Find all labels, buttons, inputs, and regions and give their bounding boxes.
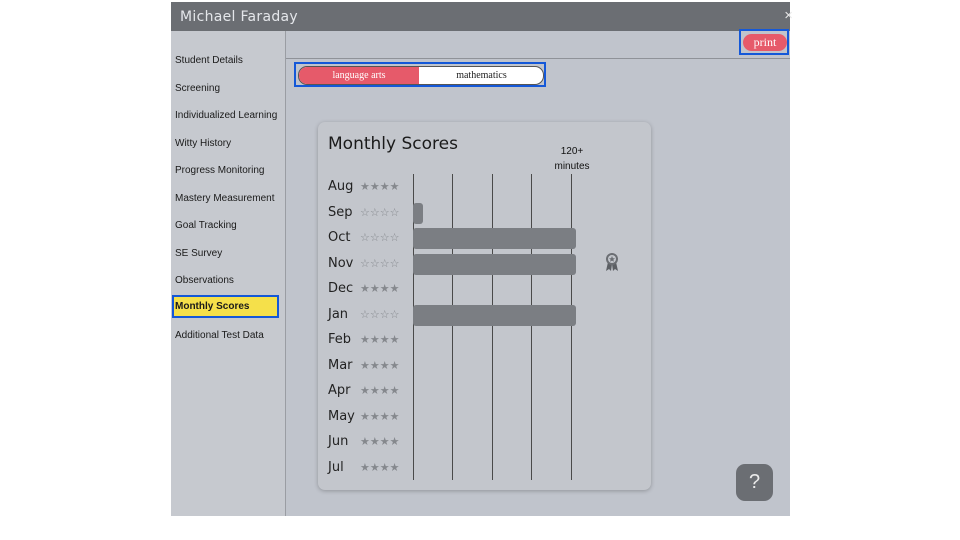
star-rating-apr: ★★★★ [360, 385, 400, 397]
help-button[interactable]: ? [736, 464, 773, 501]
sidebar-item-witty-history[interactable]: Witty History [175, 138, 231, 149]
sidebar-item-monthly-scores[interactable]: Monthly Scores [172, 295, 279, 318]
star-rating-jul: ★★★★ [360, 461, 400, 474]
month-label-jul: Jul [328, 459, 344, 475]
star-rating-nov: ☆☆☆☆ [360, 257, 400, 270]
star-rating-sep: ☆☆☆☆ [360, 206, 400, 219]
star-rating-feb: ★★★★ [360, 334, 400, 346]
minutes-bar-nov [413, 253, 576, 275]
monthly-scores-card: Monthly Scores 120+ minutes Aug ★★★★ Sep ☆☆… [318, 122, 651, 490]
print-button[interactable]: print [743, 34, 787, 51]
student-window: Michael Faraday × Student Details Screen… [171, 2, 793, 516]
month-label-sep: Sep [328, 204, 353, 220]
month-label-mar: Mar [328, 357, 353, 373]
gridline [492, 174, 493, 480]
close-icon[interactable]: × [784, 7, 793, 24]
star-rating-jan: ☆☆☆☆ [360, 308, 400, 321]
sidebar-item-goal-tracking[interactable]: Goal Tracking [175, 220, 237, 231]
subject-toggle-frame: language arts mathematics [294, 62, 546, 87]
month-label-nov: Nov [328, 255, 354, 271]
gridline [571, 174, 572, 480]
star-rating-may: ★★★★ [360, 410, 400, 423]
sidebar: Student Details Screening Individualized… [171, 31, 286, 516]
sidebar-item-screening[interactable]: Screening [175, 83, 220, 94]
header-divider [286, 58, 790, 59]
sidebar-item-observations[interactable]: Observations [175, 275, 234, 286]
star-rating-jun: ★★★★ [360, 436, 400, 448]
sidebar-item-additional-test-data[interactable]: Additional Test Data [175, 330, 264, 341]
subject-toggle: language arts mathematics [298, 66, 544, 85]
tab-mathematics[interactable]: mathematics [420, 67, 543, 84]
tab-language-arts[interactable]: language arts [299, 67, 419, 84]
minutes-bar-jan [413, 304, 576, 326]
sidebar-item-individualized-learning[interactable]: Individualized Learning [175, 110, 277, 121]
month-label-dec: Dec [328, 281, 354, 296]
gridline [531, 174, 532, 480]
print-button-frame: print [739, 29, 789, 55]
star-rating-dec: ★★★★ [360, 283, 400, 295]
card-title: Monthly Scores [328, 134, 458, 154]
award-ribbon-icon [606, 252, 618, 271]
month-label-apr: Apr [328, 383, 351, 398]
month-label-oct: Oct [328, 230, 351, 245]
window-title: Michael Faraday [180, 9, 299, 25]
title-bar: Michael Faraday × [171, 2, 793, 31]
month-label-may: May [328, 408, 355, 424]
minutes-bar-sep [413, 202, 423, 224]
minutes-label-unit: minutes [554, 161, 590, 172]
gridline [452, 174, 453, 480]
star-rating-mar: ★★★★ [360, 359, 400, 372]
sidebar-item-student-details[interactable]: Student Details [175, 55, 243, 66]
sidebar-item-progress-monitoring[interactable]: Progress Monitoring [175, 165, 264, 176]
sidebar-item-se-survey[interactable]: SE Survey [175, 248, 222, 259]
month-label-aug: Aug [328, 179, 354, 194]
star-rating-aug: ★★★★ [360, 181, 400, 193]
minutes-label: 120+ minutes [544, 144, 600, 174]
month-label-feb: Feb [328, 332, 352, 347]
star-rating-oct: ☆☆☆☆ [360, 232, 400, 244]
minutes-label-value: 120+ [560, 146, 584, 157]
minutes-bar-oct [413, 228, 576, 249]
month-label-jan: Jan [328, 306, 349, 322]
month-label-jun: Jun [328, 434, 349, 449]
sidebar-item-mastery-measurement[interactable]: Mastery Measurement [175, 193, 274, 204]
